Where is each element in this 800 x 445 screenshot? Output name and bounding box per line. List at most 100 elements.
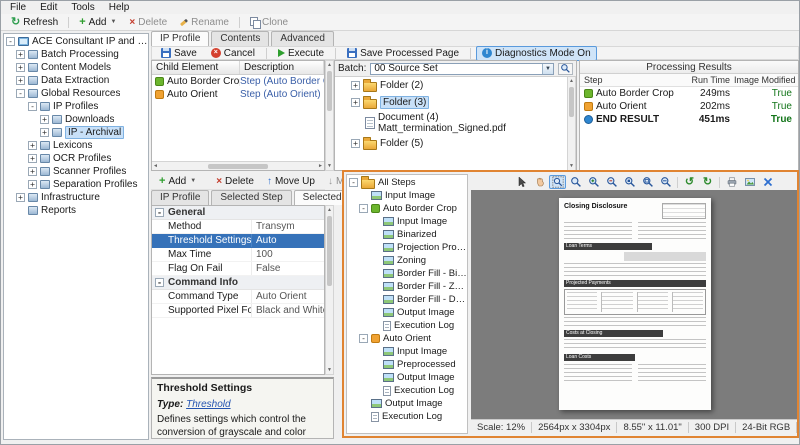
rotate-left-button[interactable]: ↺ xyxy=(681,175,698,189)
scroll-left-icon[interactable]: ◄ xyxy=(153,163,158,169)
expand-icon[interactable]: + xyxy=(16,50,25,59)
scroll-thumb[interactable] xyxy=(569,87,574,117)
horizontal-scrollbar[interactable]: ◄ ► xyxy=(152,161,324,170)
diagnostics-mode-toggle[interactable]: i Diagnostics Mode On xyxy=(476,46,597,61)
diag-item-zoning[interactable]: +Zoning xyxy=(347,254,467,267)
scroll-down-icon[interactable]: ▼ xyxy=(326,366,333,374)
tree-item-reports[interactable]: +Reports xyxy=(4,204,148,217)
diag-item-projection-profile[interactable]: +Projection Profile xyxy=(347,241,467,254)
tree-item-content-models[interactable]: +Content Models xyxy=(4,61,148,74)
tree-item-ip-profiles[interactable]: -IP Profiles xyxy=(4,100,148,113)
vertical-scrollbar[interactable]: ▲ ▼ xyxy=(325,205,334,375)
expand-icon[interactable]: + xyxy=(351,139,360,148)
pan-tool-button[interactable] xyxy=(531,175,548,189)
batch-select[interactable]: 00 Source Set ▼ xyxy=(370,63,554,75)
diag-item-input-image[interactable]: +Input Image xyxy=(347,189,467,202)
scroll-thumb[interactable] xyxy=(208,164,268,169)
expand-icon[interactable]: + xyxy=(40,128,49,137)
tree-item-batch-processing[interactable]: +Batch Processing xyxy=(4,48,148,61)
diag-item-border-fill-dropout[interactable]: +Border Fill - Dropout Ma xyxy=(347,293,467,306)
save-button[interactable]: Save xyxy=(155,46,203,61)
collapse-icon[interactable]: - xyxy=(28,102,37,111)
print-button[interactable] xyxy=(723,175,740,189)
tree-item-root[interactable]: -ACE Consultant IP and OCR xyxy=(4,35,148,48)
expand-icon[interactable]: + xyxy=(16,193,25,202)
tab-contents[interactable]: Contents xyxy=(211,31,269,46)
expand-icon[interactable]: + xyxy=(40,115,49,124)
zoom-out-button[interactable] xyxy=(603,175,620,189)
batch-view-button[interactable] xyxy=(558,63,573,75)
rename-button[interactable]: Rename xyxy=(174,15,235,30)
pointer-tool-button[interactable] xyxy=(513,175,530,189)
clone-button[interactable]: Clone xyxy=(244,15,294,30)
diag-item-auto-orient[interactable]: -Auto Orient xyxy=(347,332,467,345)
tree-item-global-resources[interactable]: -Global Resources xyxy=(4,87,148,100)
expand-icon[interactable]: + xyxy=(28,167,37,176)
column-step[interactable]: Step xyxy=(580,75,690,85)
menu-tools[interactable]: Tools xyxy=(64,2,101,13)
scroll-up-icon[interactable]: ▲ xyxy=(326,61,333,69)
add-button[interactable]: + Add ▼ xyxy=(73,15,122,30)
diag-item-execution-log[interactable]: +Execution Log xyxy=(347,319,467,332)
diag-item-execution-log[interactable]: +Execution Log xyxy=(347,384,467,397)
tree-item-ip-archival[interactable]: +IP - Archival xyxy=(4,126,148,139)
property-value[interactable]: False xyxy=(252,263,324,274)
property-value[interactable]: 100 xyxy=(252,249,324,260)
property-row-max-time[interactable]: Max Time 100 xyxy=(152,248,324,262)
menu-file[interactable]: File xyxy=(3,2,33,13)
property-value[interactable]: Transym xyxy=(252,221,324,232)
zoom-fit-button[interactable] xyxy=(639,175,656,189)
property-row-command-type[interactable]: Command Type Auto Orient xyxy=(152,290,324,304)
add-step-button[interactable]: + Add ▼ xyxy=(153,174,202,189)
tab-ip-profile[interactable]: IP Profile xyxy=(151,31,209,46)
batch-item-folder-5[interactable]: +Folder (5) xyxy=(335,135,576,152)
tab-advanced[interactable]: Advanced xyxy=(271,31,333,46)
menu-edit[interactable]: Edit xyxy=(33,2,64,13)
export-image-button[interactable] xyxy=(741,175,758,189)
execute-button[interactable]: Execute xyxy=(272,46,330,61)
expand-icon[interactable]: + xyxy=(28,180,37,189)
scroll-down-icon[interactable]: ▼ xyxy=(326,162,333,170)
tree-item-data-extraction[interactable]: +Data Extraction xyxy=(4,74,148,87)
collapse-icon[interactable]: - xyxy=(155,208,164,217)
scroll-down-icon[interactable]: ▼ xyxy=(568,162,575,170)
tree-item-downloads[interactable]: +Downloads xyxy=(4,113,148,126)
tree-item-scanner-profiles[interactable]: +Scanner Profiles xyxy=(4,165,148,178)
document-preview[interactable]: Closing Disclosure Loan Terms Projected … xyxy=(559,198,711,410)
child-row-auto-orient[interactable]: Auto Orient Step (Auto Orient) xyxy=(152,88,324,101)
diag-item-input-image[interactable]: +Input Image xyxy=(347,215,467,228)
collapse-icon[interactable]: - xyxy=(155,278,164,287)
diag-item-output-image[interactable]: +Output Image xyxy=(347,306,467,319)
expand-icon[interactable]: + xyxy=(351,98,360,107)
diag-item-binarized[interactable]: +Binarized xyxy=(347,228,467,241)
diag-item-border-fill-binarized[interactable]: +Border Fill - Binarized xyxy=(347,267,467,280)
close-viewer-button[interactable] xyxy=(759,175,776,189)
column-image-modified[interactable]: Image Modified xyxy=(734,75,798,85)
expand-icon[interactable]: + xyxy=(28,154,37,163)
tree-item-separation-profiles[interactable]: +Separation Profiles xyxy=(4,178,148,191)
property-row-supported-pixel-formats[interactable]: Supported Pixel Formats Black and White,… xyxy=(152,304,324,318)
menu-help[interactable]: Help xyxy=(102,2,137,13)
zoom-in-button[interactable] xyxy=(585,175,602,189)
result-row-auto-orient[interactable]: Auto Orient 202ms True xyxy=(580,100,798,113)
expand-icon[interactable]: + xyxy=(351,81,360,90)
column-description[interactable]: Description xyxy=(240,61,324,74)
refresh-button[interactable]: ↻ Refresh xyxy=(5,15,64,30)
batch-item-folder-3[interactable]: +Folder (3) xyxy=(335,94,576,111)
scroll-up-icon[interactable]: ▲ xyxy=(326,206,333,214)
vertical-scrollbar[interactable]: ▲ ▼ xyxy=(325,60,334,171)
property-row-flag-on-fail[interactable]: Flag On Fail False xyxy=(152,262,324,276)
tab-selected-step[interactable]: Selected Step xyxy=(211,190,291,205)
tree-item-infrastructure[interactable]: +Infrastructure xyxy=(4,191,148,204)
result-row-auto-border-crop[interactable]: Auto Border Crop 249ms True xyxy=(580,87,798,100)
property-value[interactable]: Auto xyxy=(252,235,324,246)
batch-item-document-4[interactable]: Document (4) Matt_termination_Signed.pdf xyxy=(335,111,576,135)
zoom-tool-button[interactable] xyxy=(567,175,584,189)
diag-item-execution-log[interactable]: +Execution Log xyxy=(347,410,467,423)
scroll-up-icon[interactable]: ▲ xyxy=(568,77,575,85)
collapse-icon[interactable]: - xyxy=(359,334,368,343)
property-group-command-info[interactable]: - Command Info xyxy=(152,276,324,290)
diag-item-output-image[interactable]: +Output Image xyxy=(347,397,467,410)
child-row-auto-border-crop[interactable]: Auto Border Crop Step (Auto Border Crop xyxy=(152,75,324,88)
zoom-actual-size-button[interactable] xyxy=(621,175,638,189)
